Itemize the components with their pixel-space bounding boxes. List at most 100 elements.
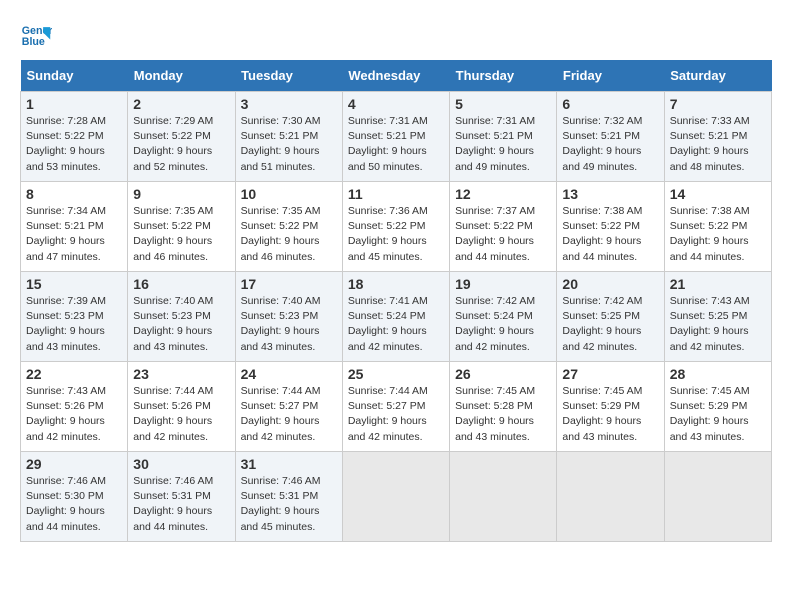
calendar-cell: 11 Sunrise: 7:36 AM Sunset: 5:22 PM Dayl…: [342, 182, 449, 272]
header-tuesday: Tuesday: [235, 60, 342, 92]
day-number: 8: [26, 186, 122, 202]
day-number: 28: [670, 366, 766, 382]
calendar-table: SundayMondayTuesdayWednesdayThursdayFrid…: [20, 60, 772, 542]
calendar-cell: 9 Sunrise: 7:35 AM Sunset: 5:22 PM Dayli…: [128, 182, 235, 272]
day-info: Sunrise: 7:46 AM Sunset: 5:31 PM Dayligh…: [133, 474, 229, 535]
header-sunday: Sunday: [21, 60, 128, 92]
day-info: Sunrise: 7:30 AM Sunset: 5:21 PM Dayligh…: [241, 114, 337, 175]
calendar-cell: 19 Sunrise: 7:42 AM Sunset: 5:24 PM Dayl…: [450, 272, 557, 362]
calendar-cell: 4 Sunrise: 7:31 AM Sunset: 5:21 PM Dayli…: [342, 92, 449, 182]
day-info: Sunrise: 7:38 AM Sunset: 5:22 PM Dayligh…: [562, 204, 658, 265]
day-info: Sunrise: 7:46 AM Sunset: 5:30 PM Dayligh…: [26, 474, 122, 535]
day-info: Sunrise: 7:45 AM Sunset: 5:28 PM Dayligh…: [455, 384, 551, 445]
header-friday: Friday: [557, 60, 664, 92]
day-info: Sunrise: 7:42 AM Sunset: 5:24 PM Dayligh…: [455, 294, 551, 355]
calendar-cell: 23 Sunrise: 7:44 AM Sunset: 5:26 PM Dayl…: [128, 362, 235, 452]
day-info: Sunrise: 7:37 AM Sunset: 5:22 PM Dayligh…: [455, 204, 551, 265]
day-number: 16: [133, 276, 229, 292]
day-info: Sunrise: 7:38 AM Sunset: 5:22 PM Dayligh…: [670, 204, 766, 265]
day-info: Sunrise: 7:42 AM Sunset: 5:25 PM Dayligh…: [562, 294, 658, 355]
day-number: 3: [241, 96, 337, 112]
day-info: Sunrise: 7:44 AM Sunset: 5:27 PM Dayligh…: [241, 384, 337, 445]
svg-text:Blue: Blue: [22, 36, 45, 48]
calendar-cell: 31 Sunrise: 7:46 AM Sunset: 5:31 PM Dayl…: [235, 452, 342, 542]
day-info: Sunrise: 7:32 AM Sunset: 5:21 PM Dayligh…: [562, 114, 658, 175]
calendar-cell: [664, 452, 771, 542]
calendar-cell: 24 Sunrise: 7:44 AM Sunset: 5:27 PM Dayl…: [235, 362, 342, 452]
calendar-cell: 16 Sunrise: 7:40 AM Sunset: 5:23 PM Dayl…: [128, 272, 235, 362]
day-number: 9: [133, 186, 229, 202]
calendar-week-4: 22 Sunrise: 7:43 AM Sunset: 5:26 PM Dayl…: [21, 362, 772, 452]
day-info: Sunrise: 7:44 AM Sunset: 5:26 PM Dayligh…: [133, 384, 229, 445]
day-info: Sunrise: 7:36 AM Sunset: 5:22 PM Dayligh…: [348, 204, 444, 265]
day-number: 1: [26, 96, 122, 112]
day-number: 26: [455, 366, 551, 382]
day-info: Sunrise: 7:45 AM Sunset: 5:29 PM Dayligh…: [562, 384, 658, 445]
day-info: Sunrise: 7:43 AM Sunset: 5:25 PM Dayligh…: [670, 294, 766, 355]
logo: General Blue: [20, 20, 56, 52]
calendar-cell: 3 Sunrise: 7:30 AM Sunset: 5:21 PM Dayli…: [235, 92, 342, 182]
calendar-cell: 14 Sunrise: 7:38 AM Sunset: 5:22 PM Dayl…: [664, 182, 771, 272]
calendar-week-2: 8 Sunrise: 7:34 AM Sunset: 5:21 PM Dayli…: [21, 182, 772, 272]
calendar-cell: 10 Sunrise: 7:35 AM Sunset: 5:22 PM Dayl…: [235, 182, 342, 272]
day-number: 4: [348, 96, 444, 112]
calendar-week-1: 1 Sunrise: 7:28 AM Sunset: 5:22 PM Dayli…: [21, 92, 772, 182]
day-number: 25: [348, 366, 444, 382]
calendar-cell: 28 Sunrise: 7:45 AM Sunset: 5:29 PM Dayl…: [664, 362, 771, 452]
day-info: Sunrise: 7:45 AM Sunset: 5:29 PM Dayligh…: [670, 384, 766, 445]
calendar-cell: 27 Sunrise: 7:45 AM Sunset: 5:29 PM Dayl…: [557, 362, 664, 452]
calendar-cell: [557, 452, 664, 542]
day-number: 11: [348, 186, 444, 202]
calendar-cell: 7 Sunrise: 7:33 AM Sunset: 5:21 PM Dayli…: [664, 92, 771, 182]
calendar-cell: 18 Sunrise: 7:41 AM Sunset: 5:24 PM Dayl…: [342, 272, 449, 362]
day-number: 5: [455, 96, 551, 112]
day-number: 6: [562, 96, 658, 112]
calendar-cell: [342, 452, 449, 542]
calendar-cell: 22 Sunrise: 7:43 AM Sunset: 5:26 PM Dayl…: [21, 362, 128, 452]
calendar-cell: 29 Sunrise: 7:46 AM Sunset: 5:30 PM Dayl…: [21, 452, 128, 542]
calendar-cell: 6 Sunrise: 7:32 AM Sunset: 5:21 PM Dayli…: [557, 92, 664, 182]
day-number: 12: [455, 186, 551, 202]
day-number: 10: [241, 186, 337, 202]
day-number: 22: [26, 366, 122, 382]
calendar-cell: 13 Sunrise: 7:38 AM Sunset: 5:22 PM Dayl…: [557, 182, 664, 272]
page-header: General Blue: [20, 20, 772, 52]
day-info: Sunrise: 7:39 AM Sunset: 5:23 PM Dayligh…: [26, 294, 122, 355]
day-info: Sunrise: 7:40 AM Sunset: 5:23 PM Dayligh…: [241, 294, 337, 355]
calendar-cell: 8 Sunrise: 7:34 AM Sunset: 5:21 PM Dayli…: [21, 182, 128, 272]
day-info: Sunrise: 7:44 AM Sunset: 5:27 PM Dayligh…: [348, 384, 444, 445]
header-saturday: Saturday: [664, 60, 771, 92]
header-wednesday: Wednesday: [342, 60, 449, 92]
calendar-header-row: SundayMondayTuesdayWednesdayThursdayFrid…: [21, 60, 772, 92]
day-info: Sunrise: 7:34 AM Sunset: 5:21 PM Dayligh…: [26, 204, 122, 265]
day-number: 23: [133, 366, 229, 382]
logo-icon: General Blue: [20, 20, 52, 52]
day-info: Sunrise: 7:29 AM Sunset: 5:22 PM Dayligh…: [133, 114, 229, 175]
day-number: 2: [133, 96, 229, 112]
calendar-cell: 26 Sunrise: 7:45 AM Sunset: 5:28 PM Dayl…: [450, 362, 557, 452]
calendar-week-5: 29 Sunrise: 7:46 AM Sunset: 5:30 PM Dayl…: [21, 452, 772, 542]
day-info: Sunrise: 7:33 AM Sunset: 5:21 PM Dayligh…: [670, 114, 766, 175]
day-info: Sunrise: 7:46 AM Sunset: 5:31 PM Dayligh…: [241, 474, 337, 535]
day-info: Sunrise: 7:35 AM Sunset: 5:22 PM Dayligh…: [241, 204, 337, 265]
day-info: Sunrise: 7:35 AM Sunset: 5:22 PM Dayligh…: [133, 204, 229, 265]
calendar-cell: 15 Sunrise: 7:39 AM Sunset: 5:23 PM Dayl…: [21, 272, 128, 362]
calendar-cell: 30 Sunrise: 7:46 AM Sunset: 5:31 PM Dayl…: [128, 452, 235, 542]
day-number: 27: [562, 366, 658, 382]
day-number: 7: [670, 96, 766, 112]
day-number: 21: [670, 276, 766, 292]
calendar-cell: 17 Sunrise: 7:40 AM Sunset: 5:23 PM Dayl…: [235, 272, 342, 362]
day-number: 19: [455, 276, 551, 292]
calendar-cell: 5 Sunrise: 7:31 AM Sunset: 5:21 PM Dayli…: [450, 92, 557, 182]
calendar-cell: 2 Sunrise: 7:29 AM Sunset: 5:22 PM Dayli…: [128, 92, 235, 182]
calendar-cell: [450, 452, 557, 542]
day-number: 30: [133, 456, 229, 472]
day-number: 31: [241, 456, 337, 472]
day-number: 14: [670, 186, 766, 202]
calendar-week-3: 15 Sunrise: 7:39 AM Sunset: 5:23 PM Dayl…: [21, 272, 772, 362]
header-thursday: Thursday: [450, 60, 557, 92]
day-number: 29: [26, 456, 122, 472]
header-monday: Monday: [128, 60, 235, 92]
day-info: Sunrise: 7:31 AM Sunset: 5:21 PM Dayligh…: [348, 114, 444, 175]
calendar-cell: 20 Sunrise: 7:42 AM Sunset: 5:25 PM Dayl…: [557, 272, 664, 362]
